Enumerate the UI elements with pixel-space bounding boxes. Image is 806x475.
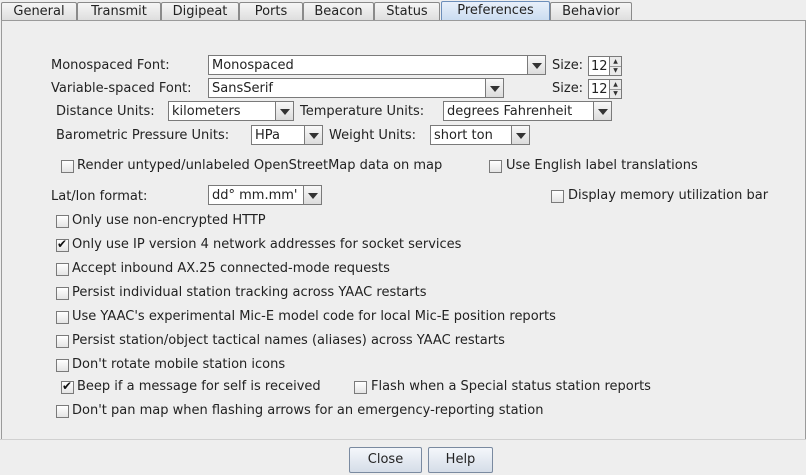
distance-units-value: kilometers: [172, 104, 241, 119]
memory-bar-checkbox[interactable]: [551, 190, 564, 203]
check-icon: ✔: [57, 237, 68, 251]
help-button[interactable]: Help: [428, 447, 493, 473]
spinner-buttons: ▲ ▼: [609, 80, 621, 98]
spinner-down-icon[interactable]: ▼: [610, 66, 621, 75]
persist-tactical-label: Persist station/object tactical names (a…: [72, 333, 505, 348]
tab-bar: General Transmit Digipeat Ports Beacon S…: [0, 0, 806, 22]
temperature-units-label: Temperature Units:: [300, 104, 425, 119]
non-encrypted-http-checkbox[interactable]: [56, 215, 69, 228]
pressure-units-label: Barometric Pressure Units:: [56, 128, 230, 143]
experimental-mice-checkbox[interactable]: [56, 311, 69, 324]
variable-font-value: SansSerif: [212, 81, 274, 96]
memory-bar-label: Display memory utilization bar: [568, 188, 769, 203]
no-rotate-icons-label: Don't rotate mobile station icons: [72, 357, 286, 372]
tab-digipeat[interactable]: Digipeat: [161, 2, 239, 20]
spinner-buttons: ▲ ▼: [609, 57, 621, 75]
latlon-format-label: Lat/lon format:: [51, 189, 148, 204]
tab-beacon[interactable]: Beacon: [303, 2, 374, 20]
close-button[interactable]: Close: [349, 447, 422, 473]
distance-units-label: Distance Units:: [56, 104, 155, 119]
persist-tracking-label: Persist individual station tracking acro…: [72, 285, 427, 300]
variable-size-value: 12: [591, 82, 608, 97]
tab-behavior[interactable]: Behavior: [550, 2, 632, 20]
chevron-down-icon[interactable]: [527, 56, 545, 74]
monospaced-font-select[interactable]: Monospaced: [208, 55, 546, 75]
monospaced-size-label: Size:: [552, 58, 584, 73]
monospaced-font-label: Monospaced Font:: [51, 58, 170, 73]
tab-preferences[interactable]: Preferences: [441, 1, 550, 21]
beep-message-checkbox[interactable]: ✔: [61, 379, 74, 394]
weight-units-select[interactable]: short ton: [430, 125, 530, 145]
beep-message-label: Beep if a message for self is received: [77, 379, 321, 394]
latlon-format-select[interactable]: dd° mm.mm': [208, 185, 322, 205]
variable-size-label: Size:: [552, 81, 584, 96]
chevron-down-icon[interactable]: [485, 79, 503, 97]
ax25-inbound-label: Accept inbound AX.25 connected-mode requ…: [72, 261, 390, 276]
temperature-units-value: degrees Fahrenheit: [447, 104, 573, 119]
spinner-down-icon[interactable]: ▼: [610, 89, 621, 98]
variable-font-select[interactable]: SansSerif: [208, 78, 504, 98]
flash-special-label: Flash when a Special status station repo…: [371, 379, 651, 394]
chevron-down-icon[interactable]: [275, 102, 293, 120]
check-icon: ✔: [62, 379, 73, 393]
no-rotate-icons-checkbox[interactable]: [56, 359, 69, 372]
pressure-units-select[interactable]: HPa: [251, 125, 323, 145]
monospaced-size-value: 12: [591, 59, 608, 74]
ipv4-only-label: Only use IP version 4 network addresses …: [72, 237, 462, 252]
monospaced-font-value: Monospaced: [212, 58, 294, 73]
chevron-down-icon[interactable]: [593, 102, 611, 120]
tab-ports[interactable]: Ports: [239, 2, 303, 20]
persist-tactical-checkbox[interactable]: [56, 335, 69, 348]
ax25-inbound-checkbox[interactable]: [56, 263, 69, 276]
chevron-down-icon[interactable]: [511, 126, 529, 144]
english-labels-label: Use English label translations: [506, 158, 698, 173]
monospaced-size-spinner[interactable]: 12 ▲ ▼: [588, 56, 622, 76]
weight-units-label: Weight Units:: [329, 128, 417, 143]
no-pan-emergency-label: Don't pan map when flashing arrows for a…: [72, 403, 544, 418]
no-pan-emergency-checkbox[interactable]: [56, 405, 69, 418]
english-labels-checkbox[interactable]: [489, 160, 502, 173]
experimental-mice-label: Use YAAC's experimental Mic-E model code…: [72, 309, 556, 324]
ipv4-only-checkbox[interactable]: ✔: [56, 237, 69, 252]
tab-transmit[interactable]: Transmit: [77, 2, 161, 20]
flash-special-checkbox[interactable]: [354, 381, 367, 394]
tab-status[interactable]: Status: [374, 2, 440, 20]
render-untyped-checkbox[interactable]: [61, 160, 74, 173]
distance-units-select[interactable]: kilometers: [168, 101, 294, 121]
chevron-down-icon[interactable]: [303, 186, 321, 204]
chevron-down-icon[interactable]: [304, 126, 322, 144]
latlon-format-value: dd° mm.mm': [212, 188, 298, 203]
render-untyped-label: Render untyped/unlabeled OpenStreetMap d…: [77, 158, 443, 173]
pressure-units-value: HPa: [255, 128, 280, 143]
persist-tracking-checkbox[interactable]: [56, 287, 69, 300]
weight-units-value: short ton: [434, 128, 493, 143]
button-separator: [0, 439, 806, 440]
variable-size-spinner[interactable]: 12 ▲ ▼: [588, 79, 622, 99]
tab-general[interactable]: General: [1, 2, 77, 20]
temperature-units-select[interactable]: degrees Fahrenheit: [443, 101, 612, 121]
variable-font-label: Variable-spaced Font:: [51, 81, 192, 96]
non-encrypted-http-label: Only use non-encrypted HTTP: [72, 213, 266, 228]
